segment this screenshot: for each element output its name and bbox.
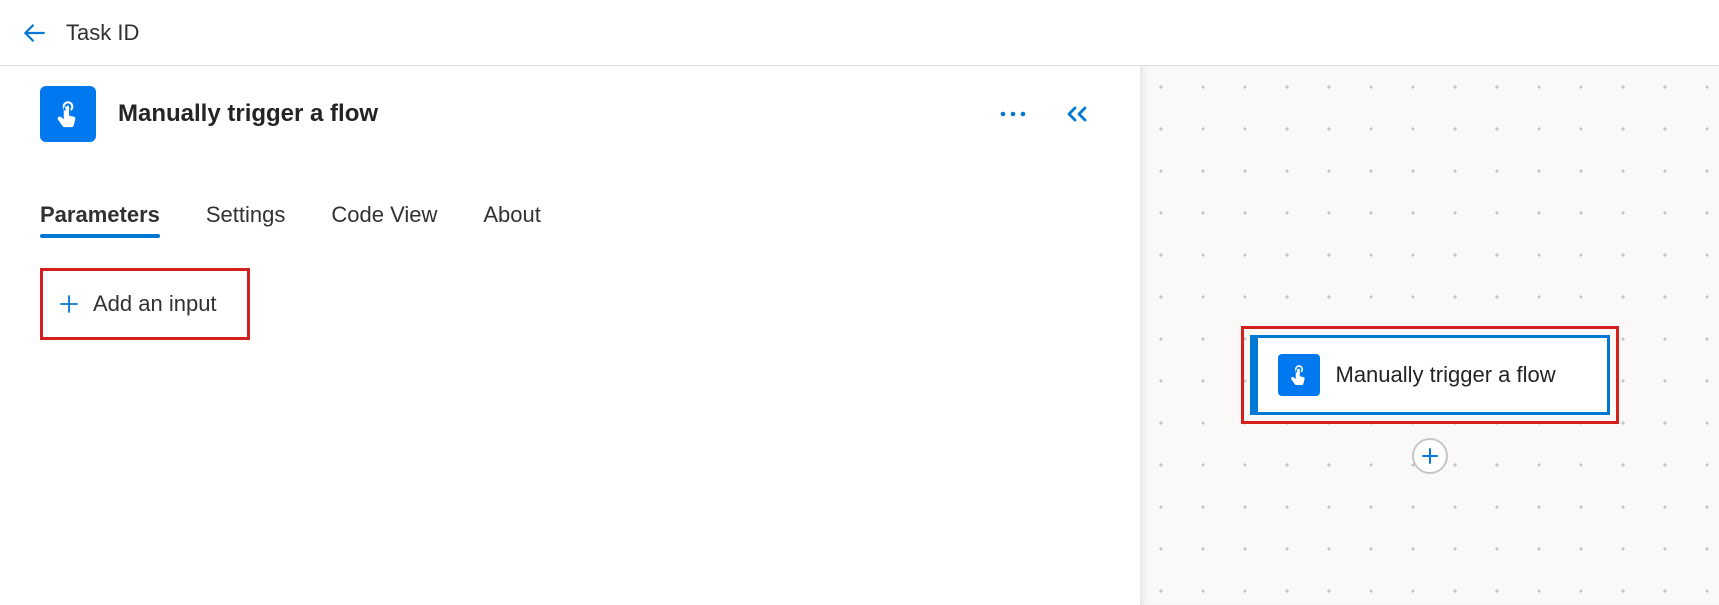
- add-input-label: Add an input: [93, 291, 217, 317]
- details-tabs: Parameters Settings Code View About: [40, 202, 1100, 238]
- trigger-card[interactable]: Manually trigger a flow: [1250, 335, 1610, 415]
- more-options-button[interactable]: [1000, 110, 1026, 118]
- canvas-card-highlight: Manually trigger a flow: [1241, 326, 1619, 424]
- step-header: Manually trigger a flow: [40, 86, 1100, 142]
- add-step-button[interactable]: [1412, 438, 1448, 474]
- tab-about[interactable]: About: [483, 202, 541, 238]
- chevrons-left-icon: [1064, 105, 1090, 123]
- flow-canvas[interactable]: Manually trigger a flow: [1140, 66, 1719, 605]
- parameters-content: Add an input: [40, 268, 1100, 340]
- page-title: Task ID: [66, 20, 139, 46]
- step-actions: [1000, 105, 1100, 123]
- details-panel: Manually trigger a flow: [0, 66, 1140, 605]
- touch-icon: [51, 97, 85, 131]
- plus-icon: [1421, 447, 1439, 465]
- top-header: Task ID: [0, 0, 1719, 66]
- touch-icon: [1286, 362, 1312, 388]
- trigger-card-title: Manually trigger a flow: [1336, 360, 1556, 390]
- arrow-left-icon: [21, 20, 47, 46]
- back-button[interactable]: [12, 11, 56, 55]
- tab-settings[interactable]: Settings: [206, 202, 286, 238]
- tab-parameters[interactable]: Parameters: [40, 202, 160, 238]
- ellipsis-icon: [1000, 110, 1026, 118]
- step-title: Manually trigger a flow: [118, 100, 378, 128]
- trigger-icon: [40, 86, 96, 142]
- tab-code-view[interactable]: Code View: [331, 202, 437, 238]
- trigger-card-icon: [1278, 354, 1320, 396]
- main-area: Manually trigger a flow: [0, 66, 1719, 605]
- add-input-button[interactable]: Add an input: [40, 268, 250, 340]
- collapse-panel-button[interactable]: [1064, 105, 1090, 123]
- plus-icon: [59, 295, 79, 313]
